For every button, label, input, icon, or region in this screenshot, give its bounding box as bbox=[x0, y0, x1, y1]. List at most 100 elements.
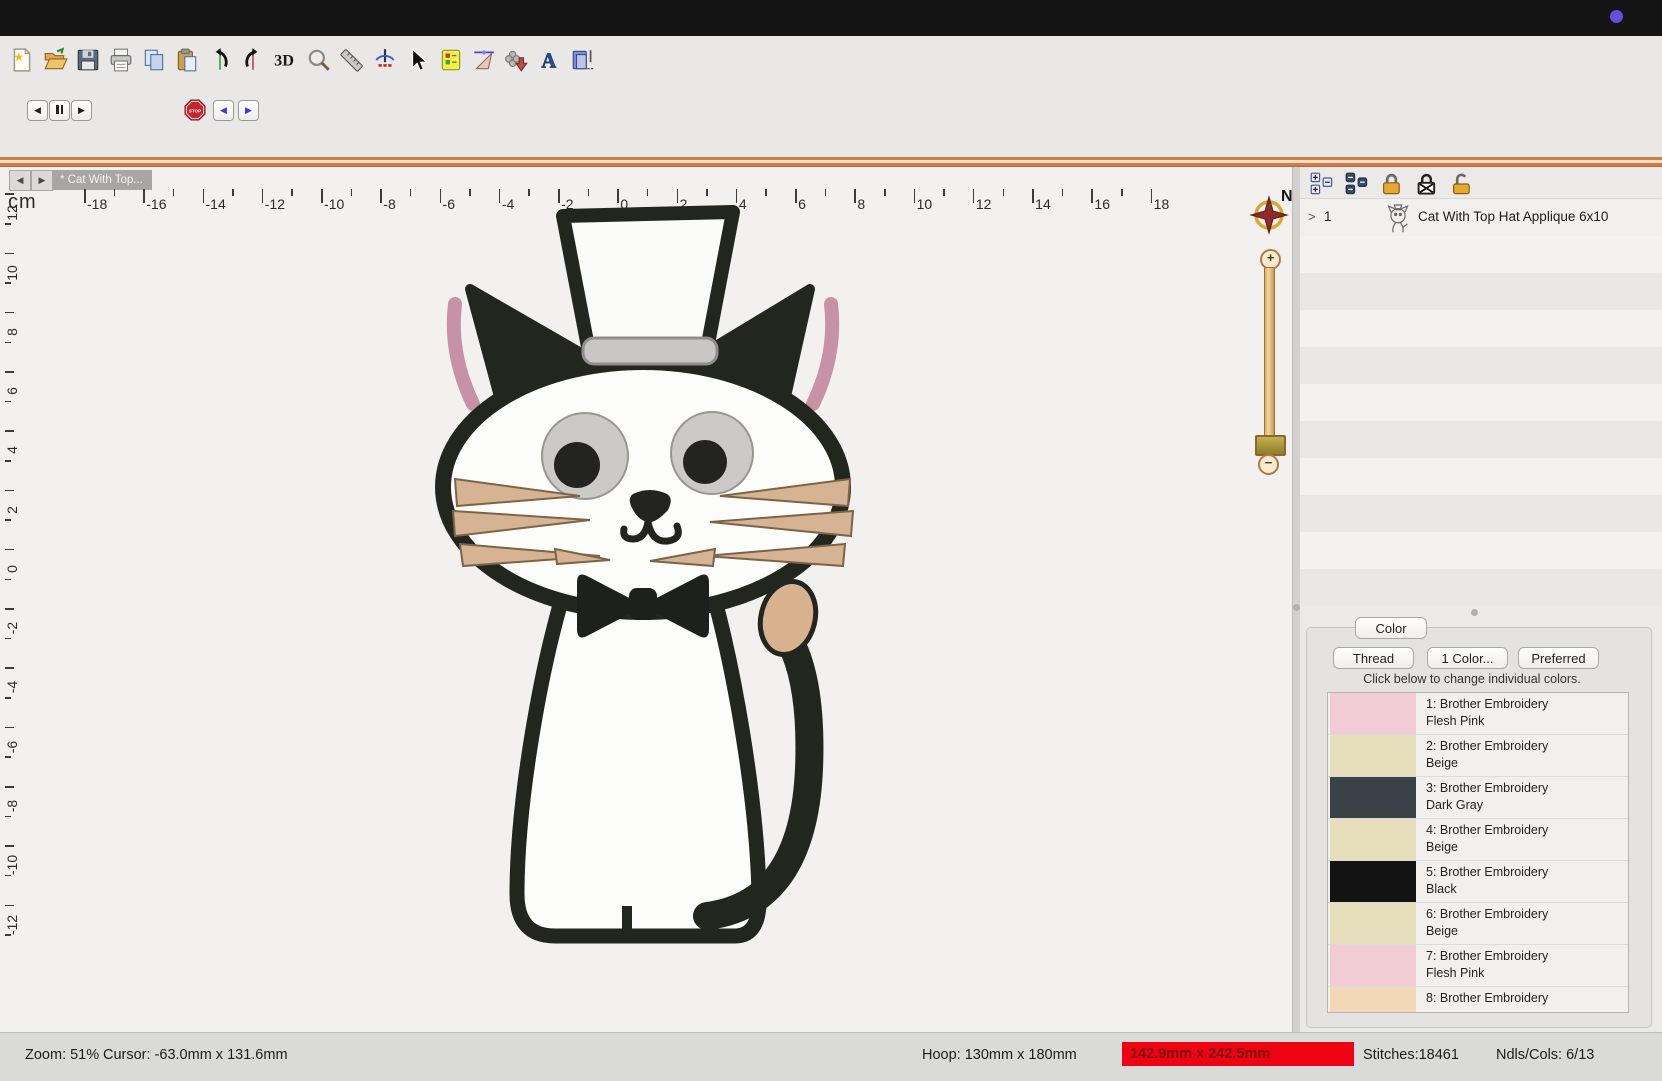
zoom-slider-track[interactable] bbox=[1264, 267, 1275, 441]
stitch-simulator-icon[interactable] bbox=[371, 44, 399, 76]
thread-color-brand: 1: Brother Embroidery bbox=[1426, 697, 1548, 711]
design-index: 1 bbox=[1324, 209, 1332, 224]
v-ruler-label: 10 bbox=[0, 261, 24, 285]
hoop-status: Hoop: 130mm x 180mm bbox=[922, 1047, 1077, 1063]
cat-body bbox=[517, 572, 759, 936]
color-caption: Click below to change individual colors. bbox=[1306, 672, 1638, 686]
3d-view-icon[interactable]: 3D bbox=[272, 44, 300, 76]
color-worksheet-icon[interactable] bbox=[437, 44, 465, 76]
zoom-out-button[interactable]: − bbox=[1258, 454, 1279, 475]
simulator-bar: ◀ ▶ STOP ◀ ▶ Stitch 18434... Location: (… bbox=[0, 90, 1662, 156]
color-tab-button[interactable]: Color bbox=[1355, 617, 1427, 639]
h-ruler-label: -8 bbox=[383, 196, 395, 212]
design-panel: > 1 Cat With Top Hat Applique 6x10 Color… bbox=[1300, 167, 1662, 1032]
thread-color-swatch[interactable] bbox=[1330, 819, 1416, 860]
open-icon[interactable] bbox=[41, 44, 69, 76]
h-ruler-label: 14 bbox=[1035, 196, 1051, 212]
h-ruler-label: 10 bbox=[917, 196, 933, 212]
left-ear-pink bbox=[454, 304, 473, 404]
thread-color-row[interactable]: 6: Brother EmbroideryBeige bbox=[1328, 903, 1628, 945]
panel-horizontal-splitter[interactable] bbox=[1300, 606, 1662, 620]
thread-color-list: 1: Brother EmbroideryFlesh Pink2: Brothe… bbox=[1327, 692, 1629, 1013]
zoom-slider-handle[interactable] bbox=[1255, 435, 1286, 456]
thread-color-brand: 4: Brother Embroidery bbox=[1426, 823, 1548, 837]
thread-color-swatch[interactable] bbox=[1330, 693, 1416, 734]
unlock-icon[interactable] bbox=[1450, 172, 1474, 196]
thread-color-swatch[interactable] bbox=[1330, 777, 1416, 818]
ruler-tool-icon[interactable] bbox=[338, 44, 366, 76]
toolbar-separator-band bbox=[0, 156, 1662, 167]
thread-color-row[interactable]: 2: Brother EmbroideryBeige bbox=[1328, 735, 1628, 777]
v-ruler-label: 8 bbox=[0, 320, 24, 344]
svg-text:A: A bbox=[541, 51, 556, 73]
design-list-empty-row bbox=[1300, 347, 1662, 384]
svg-text:STOP: STOP bbox=[189, 108, 201, 113]
one-color-button[interactable]: 1 Color... bbox=[1427, 647, 1508, 669]
thread-color-row[interactable]: 8: Brother Embroidery bbox=[1328, 987, 1628, 1013]
lock-disabled-icon[interactable] bbox=[1415, 172, 1439, 196]
step-back-button[interactable]: ◀ bbox=[27, 100, 48, 121]
density-tool-icon[interactable] bbox=[503, 44, 531, 76]
preferred-button[interactable]: Preferred bbox=[1518, 647, 1599, 669]
design-list-toolbar bbox=[1310, 172, 1474, 196]
design-list-empty-row bbox=[1300, 569, 1662, 606]
thread-color-name: Black bbox=[1426, 882, 1457, 896]
svg-text:3D: 3D bbox=[274, 51, 294, 69]
v-ruler-label: -6 bbox=[0, 735, 24, 759]
play-button[interactable]: ▶ bbox=[71, 100, 92, 121]
paste-icon[interactable] bbox=[173, 44, 201, 76]
print-worksheet-icon[interactable] bbox=[569, 44, 597, 76]
lock-icon[interactable] bbox=[1380, 172, 1404, 196]
design-list-row[interactable]: > 1 Cat With Top Hat Applique 6x10 bbox=[1300, 198, 1662, 237]
thread-color-swatch[interactable] bbox=[1330, 903, 1416, 944]
h-ruler-label: -18 bbox=[87, 196, 107, 212]
h-ruler-label: -12 bbox=[265, 196, 285, 212]
next-document-button[interactable]: ▶ bbox=[31, 170, 53, 191]
h-ruler-label: -10 bbox=[324, 196, 344, 212]
design-list-empty-row bbox=[1300, 236, 1662, 273]
v-ruler-label: 12 bbox=[0, 201, 24, 225]
svg-text:★: ★ bbox=[13, 50, 24, 64]
cursor-status: Cursor: -63.0mm x 131.6mm bbox=[103, 1047, 288, 1063]
print-icon[interactable] bbox=[107, 44, 135, 76]
new-icon[interactable]: ★ bbox=[8, 44, 36, 76]
thread-color-row[interactable]: 3: Brother EmbroideryDark Gray bbox=[1328, 777, 1628, 819]
copy-icon[interactable] bbox=[140, 44, 168, 76]
thread-color-brand: 5: Brother Embroidery bbox=[1426, 865, 1548, 879]
row-expander[interactable]: > bbox=[1308, 209, 1316, 224]
flip-horizontal-icon[interactable] bbox=[206, 44, 234, 76]
v-ruler-label: -10 bbox=[0, 853, 24, 877]
lettering-tool-icon[interactable]: A bbox=[536, 44, 564, 76]
zoom-tool-icon[interactable] bbox=[305, 44, 333, 76]
pause-button[interactable] bbox=[49, 100, 70, 121]
thread-color-swatch[interactable] bbox=[1330, 861, 1416, 902]
thread-color-row[interactable]: 5: Brother Embroidery Black bbox=[1328, 861, 1628, 903]
rotate-icon[interactable] bbox=[239, 44, 267, 76]
embroidery-design-cat-with-top-hat[interactable] bbox=[405, 204, 885, 954]
design-list-empty-row bbox=[1300, 310, 1662, 347]
thread-color-swatch[interactable] bbox=[1330, 735, 1416, 776]
record-indicator-dot bbox=[1610, 10, 1623, 23]
status-bar: Zoom: 51% Cursor: -63.0mm x 131.6mm Hoop… bbox=[0, 1032, 1662, 1081]
thread-color-row[interactable]: 4: Brother EmbroideryBeige bbox=[1328, 819, 1628, 861]
thread-color-swatch[interactable] bbox=[1330, 987, 1416, 1013]
thread-color-brand: 8: Brother Embroidery bbox=[1426, 991, 1548, 1005]
stop-button[interactable]: STOP bbox=[184, 99, 206, 121]
select-tool-icon[interactable] bbox=[404, 44, 432, 76]
design-size-alert: 142.9mm x 242.5mm bbox=[1122, 1042, 1354, 1066]
document-tab[interactable]: * Cat With Top... bbox=[53, 170, 152, 190]
thread-color-swatch[interactable] bbox=[1330, 945, 1416, 986]
next-color-button[interactable]: ▶ bbox=[238, 100, 259, 121]
save-icon[interactable] bbox=[74, 44, 102, 76]
h-ruler-label: -14 bbox=[206, 196, 226, 212]
expand-all-icon[interactable] bbox=[1310, 172, 1334, 196]
thread-color-row[interactable]: 7: Brother EmbroideryFlesh Pink bbox=[1328, 945, 1628, 987]
design-canvas[interactable]: ◀ ▶ * Cat With Top... cm -18-16-14-12-10… bbox=[0, 167, 1292, 1032]
collapse-all-icon[interactable] bbox=[1345, 172, 1369, 196]
v-ruler-label: 4 bbox=[0, 438, 24, 462]
thread-color-row[interactable]: 1: Brother EmbroideryFlesh Pink bbox=[1328, 693, 1628, 735]
measure-tool-icon[interactable] bbox=[470, 44, 498, 76]
previous-color-button[interactable]: ◀ bbox=[213, 100, 234, 121]
thread-color-name: Beige bbox=[1426, 924, 1458, 938]
thread-button[interactable]: Thread bbox=[1333, 647, 1414, 669]
